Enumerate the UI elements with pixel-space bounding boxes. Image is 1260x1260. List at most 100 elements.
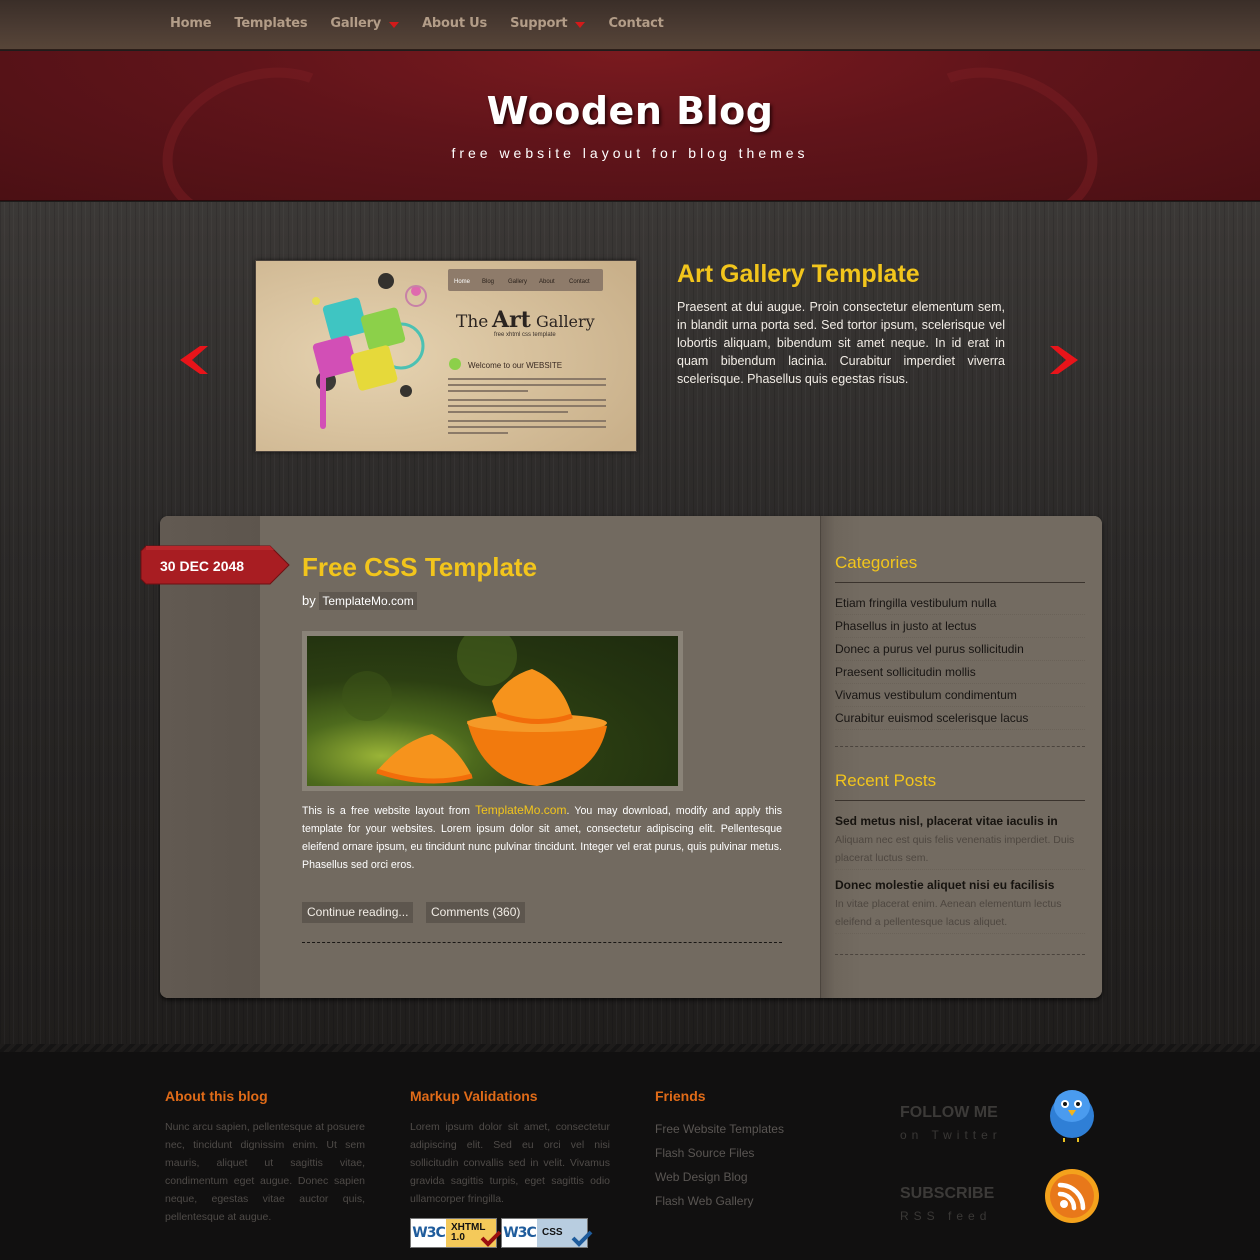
friend-link[interactable]: Web Design Blog	[655, 1170, 748, 1184]
recent-posts-divider	[835, 954, 1085, 955]
recent-posts-rule	[835, 800, 1085, 801]
post-author-link[interactable]: TemplateMo.com	[319, 592, 417, 610]
orange-slices-illustration	[342, 636, 607, 786]
css-badge-label: CSS	[537, 1219, 593, 1247]
site-tagline: free website layout for blog themes	[451, 145, 809, 161]
friend-item[interactable]: Free Website Templates	[655, 1120, 784, 1144]
preview-nav-gallery: Gallery	[508, 279, 527, 285]
dropdown-arrow-icon[interactable]	[575, 21, 586, 28]
categories-divider	[835, 746, 1085, 747]
preview-nav-contact: Contact	[569, 279, 590, 285]
post-image	[302, 631, 683, 791]
continue-reading-button[interactable]: Continue reading...	[302, 902, 414, 923]
category-link[interactable]: Donec a purus vel purus sollicitudin	[835, 642, 1024, 656]
w3c-css-badge[interactable]: W3C CSS	[501, 1218, 593, 1248]
recent-post-excerpt: In vitae placerat enim. Aenean elementum…	[835, 898, 1062, 928]
art-gallery-preview: Home Blog Gallery About Contact The Art …	[256, 261, 636, 451]
category-link[interactable]: Curabitur euismod scelerisque lacus	[835, 711, 1028, 725]
category-item[interactable]: Phasellus in justo at lectus	[835, 615, 1085, 638]
friend-item[interactable]: Web Design Blog	[655, 1168, 784, 1192]
nav-link-support[interactable]: Support	[510, 16, 568, 31]
preview-subtitle: free xhtml css template	[494, 332, 556, 338]
follow-me-title[interactable]: FOLLOW ME	[900, 1104, 998, 1122]
categories-rule	[835, 582, 1085, 583]
category-item[interactable]: Etiam fringilla vestibulum nulla	[835, 592, 1085, 615]
friend-link[interactable]: Flash Source Files	[655, 1146, 754, 1160]
post-byline: by TemplateMo.com	[302, 592, 417, 610]
nav-item-contact[interactable]: Contact	[608, 16, 663, 31]
category-link[interactable]: Vivamus vestibulum condimentum	[835, 688, 1017, 702]
nav-link-gallery[interactable]: Gallery	[330, 16, 381, 31]
comments-button[interactable]: Comments (360)	[426, 902, 526, 923]
preview-welcome: Welcome to our WEBSITE	[468, 361, 562, 370]
w3c-logo: W3C	[502, 1219, 537, 1247]
category-item[interactable]: Praesent sollicitudin mollis	[835, 661, 1085, 684]
friends-list: Free Website Templates Flash Source File…	[655, 1120, 784, 1216]
slide-image[interactable]: Home Blog Gallery About Contact The Art …	[255, 260, 637, 452]
top-navigation: Home Templates Gallery About Us Support …	[0, 0, 1260, 50]
nav-item-support[interactable]: Support	[510, 16, 586, 31]
by-label: by	[302, 593, 316, 608]
w3c-xhtml-badge[interactable]: W3C XHTML 1.0	[410, 1218, 502, 1248]
recent-post-item: Sed metus nisl, placerat vitae iaculis i…	[835, 811, 1085, 870]
preview-nav-about: About	[539, 279, 555, 285]
w3c-logo: W3C	[411, 1219, 446, 1247]
preview-title-the: The	[456, 312, 488, 332]
nav-link-contact[interactable]: Contact	[608, 16, 663, 31]
preview-title-gallery: Gallery	[536, 312, 595, 331]
chevron-left-icon[interactable]	[178, 344, 210, 376]
friend-item[interactable]: Flash Web Gallery	[655, 1192, 784, 1216]
twitter-bird-icon[interactable]	[1046, 1084, 1098, 1144]
friend-link[interactable]: Free Website Templates	[655, 1122, 784, 1136]
category-item[interactable]: Vivamus vestibulum condimentum	[835, 684, 1085, 707]
post-body: This is a free website layout from Templ…	[302, 801, 782, 874]
recent-post-item: Donec molestie aliquet nisi eu facilisis…	[835, 875, 1085, 934]
category-item[interactable]: Donec a purus vel purus sollicitudin	[835, 638, 1085, 661]
post-body-prefix: This is a free website layout from	[302, 805, 476, 817]
recent-post-excerpt: Aliquam nec est quis felis venenatis imp…	[835, 834, 1075, 864]
nav-item-gallery[interactable]: Gallery	[330, 16, 400, 31]
follow-me-subtitle[interactable]: on Twitter	[900, 1128, 1002, 1142]
chevron-right-icon[interactable]	[1048, 344, 1080, 376]
about-text: Nunc arcu sapien, pellentesque at posuer…	[165, 1121, 365, 1223]
slide-text: Praesent at dui augue. Proin consectetur…	[677, 300, 1005, 386]
category-item[interactable]: Curabitur euismod scelerisque lacus	[835, 707, 1085, 730]
subscribe-subtitle[interactable]: RSS feed	[900, 1209, 991, 1223]
nav-link-home[interactable]: Home	[170, 16, 212, 31]
preview-nav-blog: Blog	[482, 279, 494, 285]
checkmark-icon	[571, 1230, 593, 1247]
recent-post-title[interactable]: Sed metus nisl, placerat vitae iaculis i…	[835, 811, 1085, 831]
categories-heading: Categories	[835, 553, 918, 572]
dropdown-arrow-icon[interactable]	[389, 21, 400, 28]
category-link[interactable]: Phasellus in justo at lectus	[835, 619, 976, 633]
category-link[interactable]: Praesent sollicitudin mollis	[835, 665, 976, 679]
nav-item-home[interactable]: Home	[170, 16, 212, 31]
nav-item-templates[interactable]: Templates	[234, 16, 307, 31]
nav-link-about-us[interactable]: About Us	[422, 16, 487, 31]
nav-menu: Home Templates Gallery About Us Support …	[170, 16, 687, 31]
rss-icon[interactable]	[1044, 1168, 1100, 1224]
friend-link[interactable]: Flash Web Gallery	[655, 1194, 753, 1208]
friend-item[interactable]: Flash Source Files	[655, 1144, 784, 1168]
category-link[interactable]: Etiam fringilla vestibulum nulla	[835, 596, 996, 610]
badge-label-line1: CSS	[542, 1227, 563, 1238]
friends-heading: Friends	[655, 1088, 706, 1104]
post-image-photo	[307, 636, 678, 786]
nav-link-templates[interactable]: Templates	[234, 16, 307, 31]
checkmark-icon	[480, 1230, 502, 1247]
post-divider	[302, 942, 782, 943]
recent-post-title[interactable]: Donec molestie aliquet nisi eu facilisis	[835, 875, 1085, 895]
templatemo-link[interactable]: TemplateMo.com	[475, 803, 566, 817]
panel-left-strip	[160, 516, 260, 998]
validations-heading: Markup Validations	[410, 1088, 538, 1104]
preview-title-art: Art	[491, 307, 532, 333]
nav-item-about-us[interactable]: About Us	[422, 16, 487, 31]
slide-title: Art Gallery Template	[677, 260, 920, 288]
categories-list: Etiam fringilla vestibulum nulla Phasell…	[835, 592, 1085, 730]
badge-label-line2: 1.0	[451, 1232, 465, 1243]
validations-text: Lorem ipsum dolor sit amet, consectetur …	[410, 1121, 610, 1205]
site-title: Wooden Blog	[486, 89, 774, 133]
subscribe-title[interactable]: SUBSCRIBE	[900, 1185, 994, 1203]
recent-posts-heading: Recent Posts	[835, 771, 937, 790]
post-title[interactable]: Free CSS Template	[302, 552, 537, 583]
